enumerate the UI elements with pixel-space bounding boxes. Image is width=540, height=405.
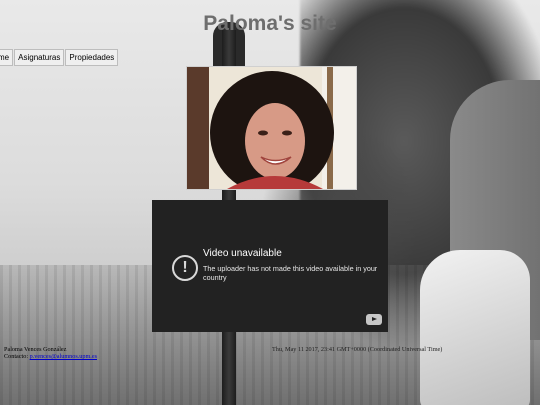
contact-label: Contacto: [4, 353, 29, 360]
nav-menu: me Asignaturas Propiedades [0, 49, 119, 66]
footer-contact: Paloma Vences González Contacto: p.vence… [4, 346, 97, 360]
menu-item-home[interactable]: me [0, 49, 14, 66]
site-title: Paloma's site [203, 12, 337, 35]
contact-email-link[interactable]: p.vences@alumnos.upm.es [30, 353, 97, 360]
profile-photo [186, 66, 357, 190]
alert-circle-icon: ! [172, 255, 198, 281]
video-unavailable-title: Video unavailable [203, 248, 282, 259]
author-name: Paloma Vences González [4, 346, 67, 353]
menu-item-propiedades[interactable]: Propiedades [65, 49, 119, 66]
video-unavailable-message: The uploader has not made this video ava… [203, 264, 378, 282]
video-embed[interactable]: ! Video unavailable The uploader has not… [152, 200, 388, 332]
last-updated-timestamp: Thu, May 11 2017, 23:41 GMT+0000 (Coordi… [272, 346, 443, 353]
menu-item-asignaturas[interactable]: Asignaturas [14, 49, 65, 66]
youtube-logo-icon[interactable] [366, 314, 382, 325]
